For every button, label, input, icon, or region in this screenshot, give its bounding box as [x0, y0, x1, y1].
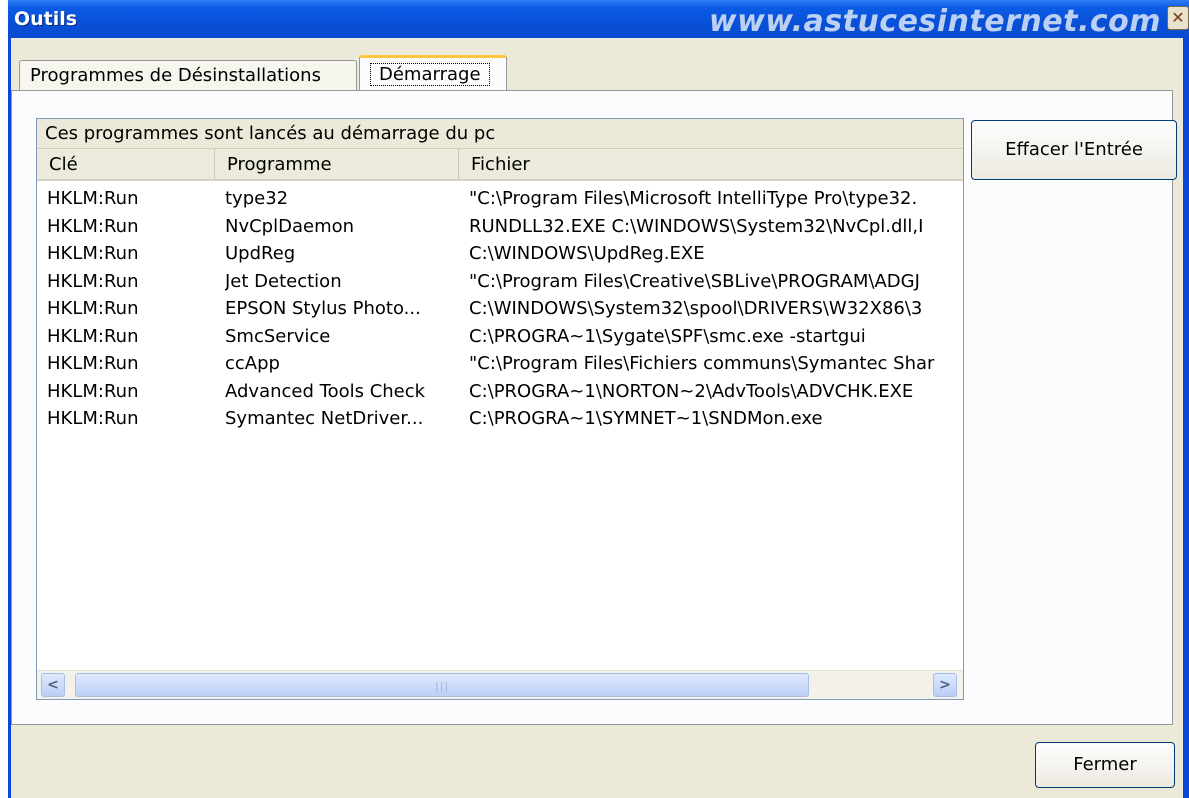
table-row[interactable]: HKLM:Run SmcService C:\PROGRA~1\Sygate\S…	[37, 323, 963, 351]
window-title: Outils	[14, 8, 78, 30]
cell-key: HKLM:Run	[47, 380, 139, 402]
cell-file: RUNDLL32.EXE C:\WINDOWS\System32\NvCpl.d…	[469, 215, 924, 237]
cell-file: C:\WINDOWS\UpdReg.EXE	[469, 243, 705, 264]
cell-key: HKLM:Run	[47, 325, 139, 347]
chevron-right-icon: >	[939, 677, 951, 693]
scroll-left-button[interactable]: <	[41, 673, 65, 697]
cell-program: NvCplDaemon	[225, 215, 355, 237]
dialog-client-area: Programmes de Désinstallations Démarrage…	[11, 38, 1183, 798]
cell-file: "C:\Program Files\Microsoft IntelliType …	[469, 188, 918, 209]
tab-label: Programmes de Désinstallations	[30, 65, 321, 86]
cell-key: HKLM:Run	[47, 215, 139, 237]
cell-key: HKLM:Run	[47, 408, 139, 429]
tab-uninstall-programs[interactable]: Programmes de Désinstallations	[19, 60, 357, 90]
table-row[interactable]: HKLM:Run EPSON Stylus Photo... C:\WINDOW…	[37, 295, 963, 323]
cell-file: C:\PROGRA~1\SYMNET~1\SNDMon.exe	[469, 408, 823, 429]
tab-strip: Programmes de Désinstallations Démarrage	[11, 55, 1183, 91]
table-row[interactable]: HKLM:Run type32 "C:\Program Files\Micros…	[37, 185, 963, 213]
grip-icon: |||	[434, 680, 450, 693]
cell-key: HKLM:Run	[47, 243, 139, 264]
column-header-program[interactable]: Programme	[215, 149, 459, 179]
table-row[interactable]: HKLM:Run UpdReg C:\WINDOWS\UpdReg.EXE	[37, 240, 963, 268]
cell-program: Advanced Tools Check	[225, 380, 426, 402]
cell-key: HKLM:Run	[47, 188, 139, 209]
cell-key: HKLM:Run	[47, 270, 139, 292]
cell-program: ccApp	[225, 353, 280, 374]
column-header-file[interactable]: Fichier	[459, 149, 963, 179]
cell-file: C:\WINDOWS\System32\spool\DRIVERS\W32X86…	[469, 298, 923, 319]
cell-key: HKLM:Run	[47, 298, 139, 319]
chevron-left-icon: <	[47, 677, 59, 693]
dialog-window: Outils www.astucesinternet.com ✕ Program…	[8, 0, 1189, 798]
table-row[interactable]: HKLM:Run Jet Detection "C:\Program Files…	[37, 268, 963, 296]
close-button[interactable]: Fermer	[1035, 742, 1175, 788]
table-row[interactable]: HKLM:Run Symantec NetDriver... C:\PROGRA…	[37, 405, 963, 433]
scrollbar-thumb[interactable]: |||	[75, 673, 809, 697]
list-rows: HKLM:Run type32 "C:\Program Files\Micros…	[37, 185, 963, 433]
table-row[interactable]: HKLM:Run Advanced Tools Check C:\PROGRA~…	[37, 378, 963, 406]
table-row[interactable]: HKLM:Run ccApp "C:\Program Files\Fichier…	[37, 350, 963, 378]
cell-file: C:\PROGRA~1\Sygate\SPF\smc.exe -startgui	[469, 325, 866, 347]
tab-startup[interactable]: Démarrage	[359, 55, 507, 91]
cell-file: C:\PROGRA~1\NORTON~2\AdvTools\ADVCHK.EXE	[469, 380, 914, 402]
cell-program: Symantec NetDriver...	[225, 408, 424, 429]
cell-file: "C:\Program Files\Creative\SBLive\PROGRA…	[469, 270, 920, 292]
title-bar[interactable]: Outils www.astucesinternet.com ✕	[8, 0, 1189, 39]
group-header: Ces programmes sont lancés au démarrage …	[37, 119, 963, 149]
scroll-right-button[interactable]: >	[933, 673, 957, 697]
cell-file: "C:\Program Files\Fichiers communs\Syman…	[469, 353, 935, 374]
cell-program: SmcService	[225, 325, 331, 347]
cell-program: EPSON Stylus Photo...	[225, 298, 421, 319]
column-header-key[interactable]: Clé	[37, 149, 215, 179]
clear-entry-button[interactable]: Effacer l'Entrée	[971, 120, 1177, 180]
cell-program: Jet Detection	[225, 270, 342, 292]
cell-key: HKLM:Run	[47, 353, 139, 374]
watermark: www.astucesinternet.com	[708, 4, 1161, 39]
tab-label: Démarrage	[370, 63, 490, 86]
close-window-button[interactable]: ✕	[1167, 6, 1189, 30]
table-row[interactable]: HKLM:Run NvCplDaemon RUNDLL32.EXE C:\WIN…	[37, 213, 963, 241]
startup-list-view[interactable]: Ces programmes sont lancés au démarrage …	[36, 118, 964, 700]
column-header-bar: Clé Programme Fichier	[37, 149, 963, 181]
cell-program: type32	[225, 188, 289, 209]
cell-program: UpdReg	[225, 243, 296, 264]
horizontal-scrollbar[interactable]: < ||| >	[37, 670, 963, 699]
